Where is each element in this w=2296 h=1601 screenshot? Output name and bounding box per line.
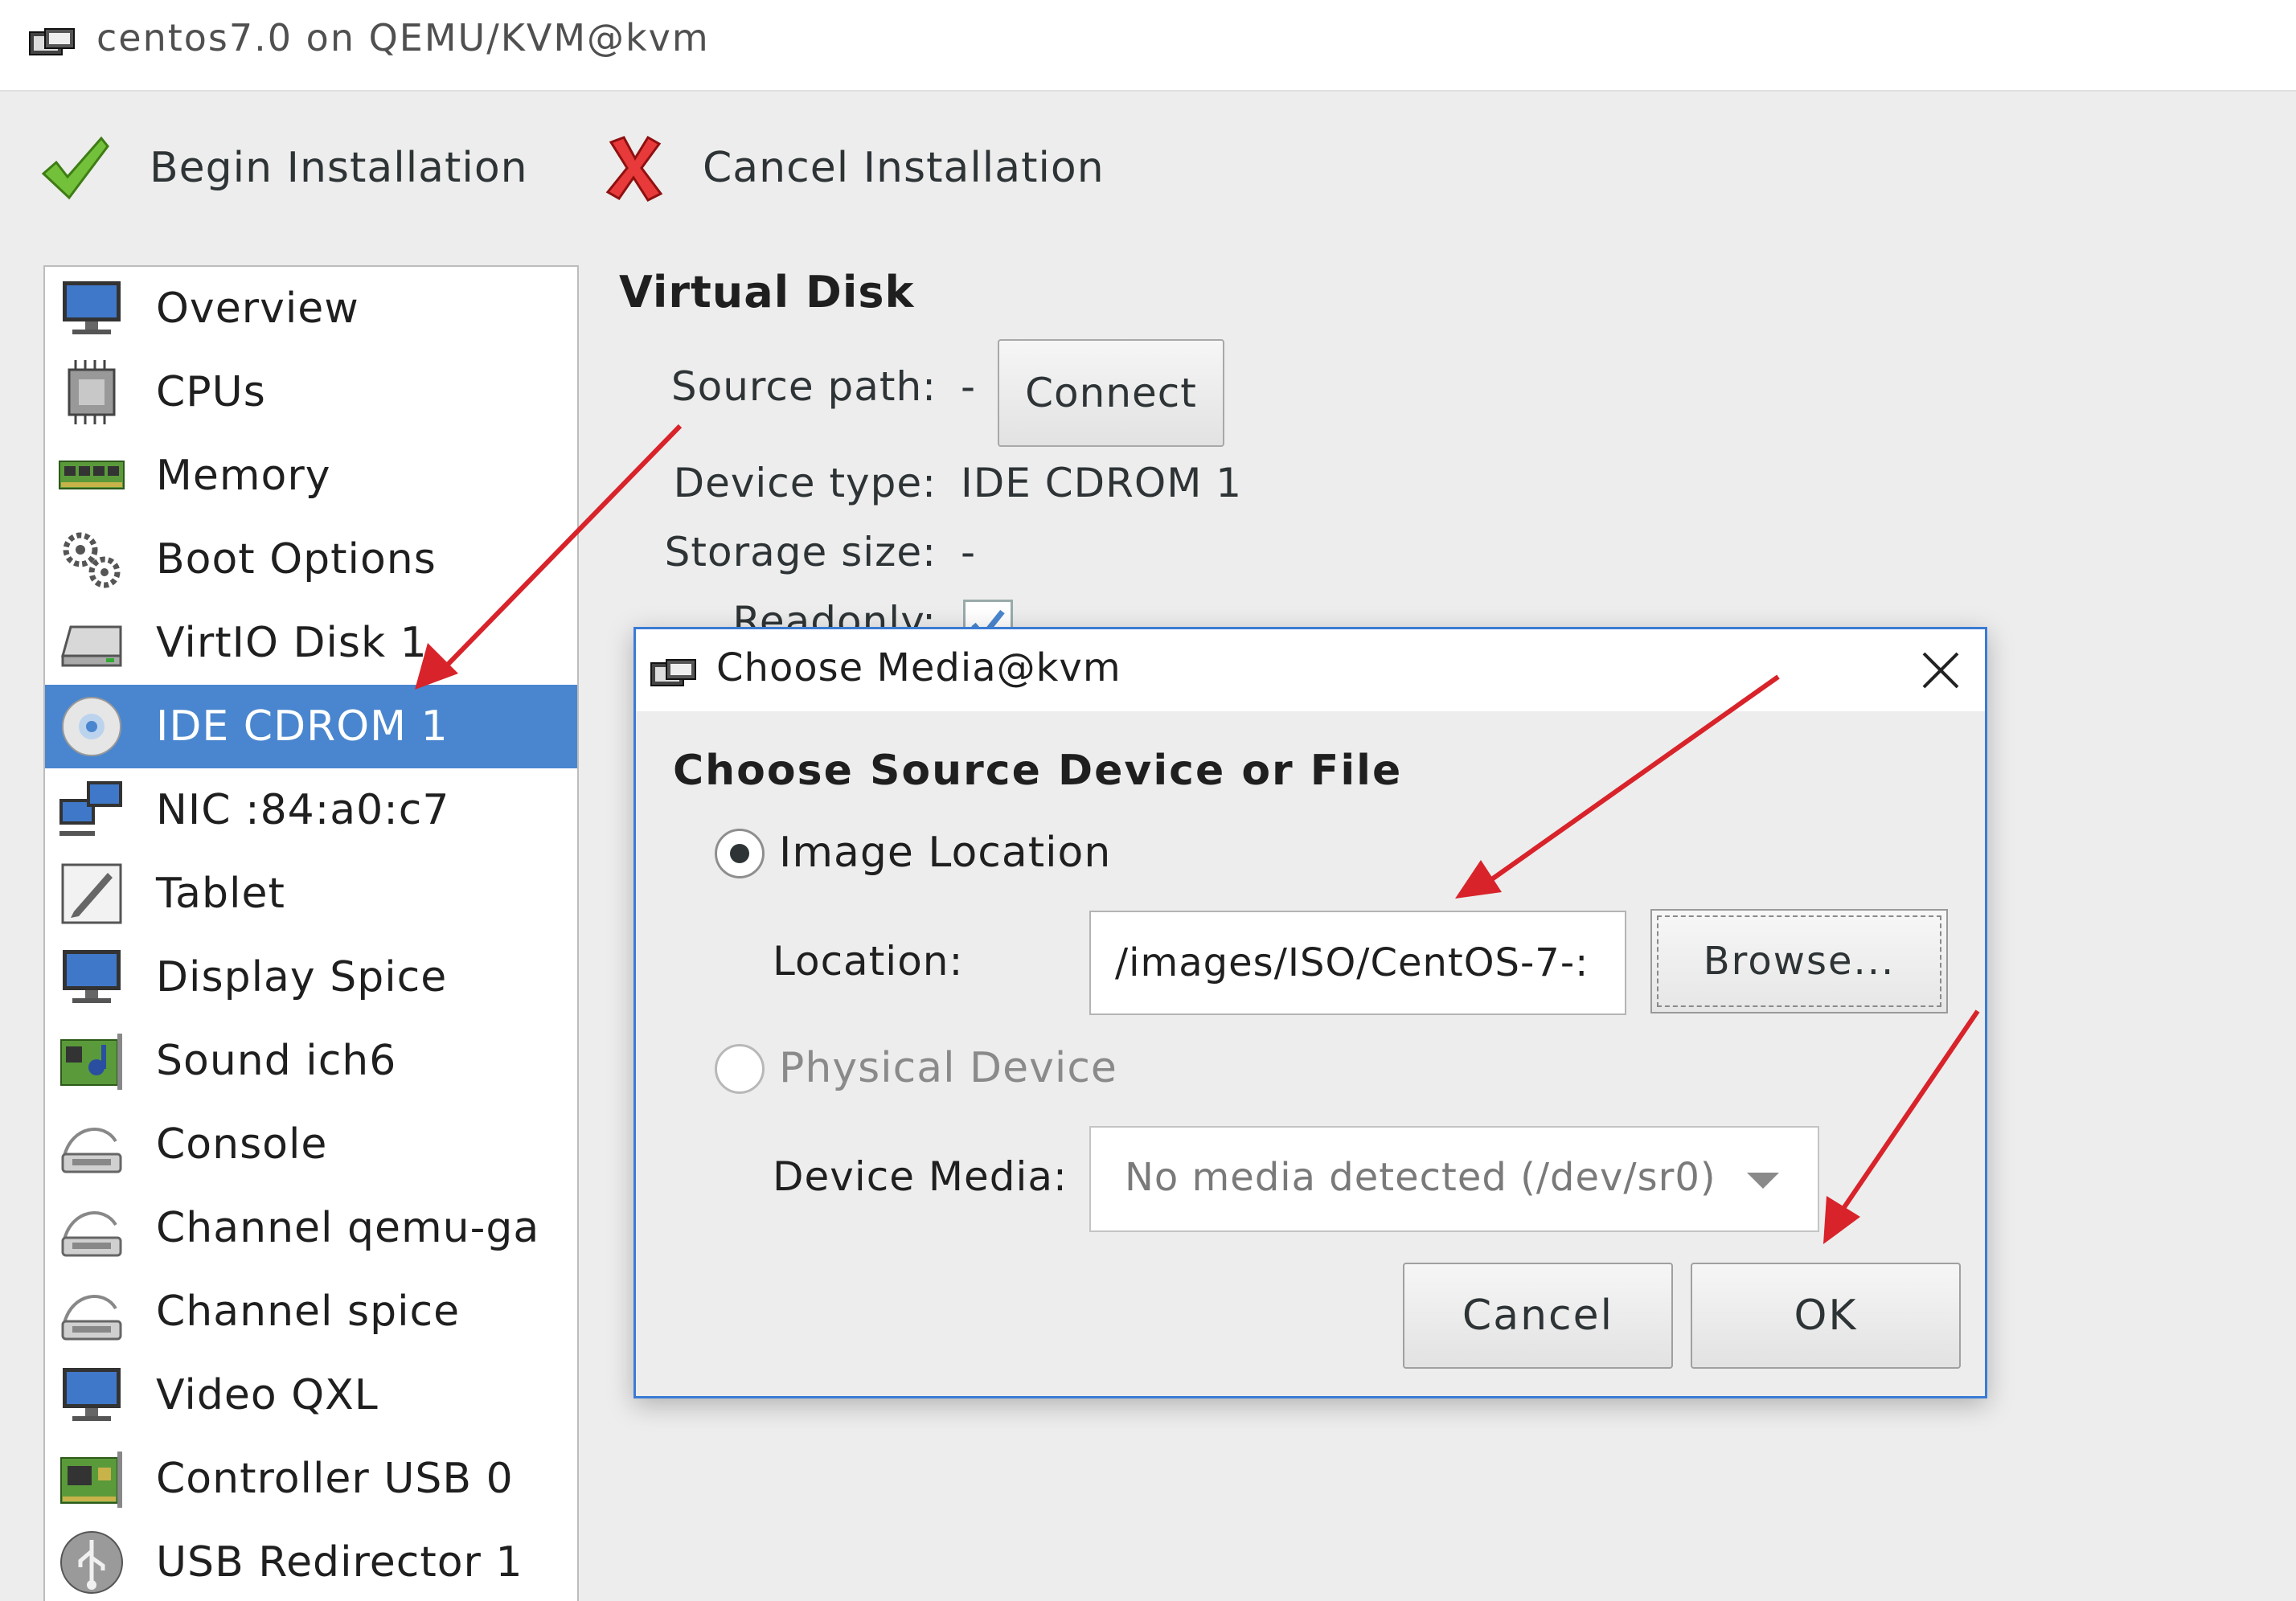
sidebar-item-label: Console <box>156 1120 328 1169</box>
dialog-title: Choose Media@kvm <box>716 645 1121 690</box>
dialog-titlebar: Choose Media@kvm <box>636 629 1985 711</box>
image-location-label: Image Location <box>779 829 1112 877</box>
sidebar-item-label: CPUs <box>156 368 266 416</box>
sidebar-item-usb-redirector[interactable]: USB Redirector 1 <box>45 1521 577 1601</box>
sidebar-item-tablet[interactable]: Tablet <box>45 852 577 936</box>
sidebar-item-label: Tablet <box>156 870 285 918</box>
disk-icon <box>61 625 122 667</box>
sidebar-item-label: Boot Options <box>156 535 437 583</box>
virt-manager-icon <box>29 28 75 55</box>
source-path-value: - <box>961 363 977 410</box>
sidebar-item-label: IDE CDROM 1 <box>156 702 449 751</box>
virt-manager-icon <box>650 659 696 686</box>
sidebar-item-console[interactable]: Console <box>45 1103 577 1186</box>
sidebar-item-boot-options[interactable]: Boot Options <box>45 518 577 601</box>
sidebar-item-label: Channel qemu-ga <box>156 1204 540 1252</box>
connect-button[interactable]: Connect <box>998 339 1224 447</box>
sidebar-item-label: Channel spice <box>156 1288 461 1336</box>
sidebar-item-controller-usb[interactable]: Controller USB 0 <box>45 1437 577 1521</box>
sidebar-item-channel-spice[interactable]: Channel spice <box>45 1270 577 1353</box>
monitor-icon <box>63 950 121 1003</box>
sidebar-item-display-spice[interactable]: Display Spice <box>45 936 577 1019</box>
location-input[interactable] <box>1089 911 1626 1015</box>
sidebar-item-nic[interactable]: NIC :84:a0:c7 <box>45 768 577 852</box>
close-icon[interactable] <box>1919 649 1962 692</box>
hardware-list: Overview CPUs Memory Boot Options VirtIO… <box>43 265 579 1601</box>
serial-icon <box>61 1295 122 1341</box>
ok-button[interactable]: OK <box>1691 1263 1961 1369</box>
storage-size-value: - <box>961 529 977 575</box>
window-title: centos7.0 on QEMU/KVM@kvm <box>96 16 710 59</box>
gears-icon <box>63 532 121 588</box>
serial-icon <box>61 1128 122 1173</box>
sidebar-item-label: Video QXL <box>156 1371 379 1419</box>
window-titlebar: centos7.0 on QEMU/KVM@kvm <box>0 0 2296 92</box>
sidebar-item-channel-qemu-ga[interactable]: Channel qemu-ga <box>45 1186 577 1270</box>
device-type-value: IDE CDROM 1 <box>961 460 1243 506</box>
sound-card-icon <box>60 1034 122 1090</box>
physical-device-radio[interactable] <box>715 1044 765 1094</box>
choose-media-dialog: Choose Media@kvm Choose Source Device or… <box>633 627 1987 1398</box>
serial-icon <box>61 1211 122 1257</box>
begin-installation-label: Begin Installation <box>150 144 528 192</box>
sidebar-item-virtio-disk[interactable]: VirtIO Disk 1 <box>45 601 577 685</box>
sidebar-item-video-qxl[interactable]: Video QXL <box>45 1353 577 1437</box>
device-media-value: No media detected (/dev/sr0) <box>1125 1155 1716 1200</box>
device-media-select[interactable]: No media detected (/dev/sr0) <box>1089 1126 1819 1232</box>
memory-icon <box>59 461 125 489</box>
sidebar-item-ide-cdrom[interactable]: IDE CDROM 1 <box>45 685 577 768</box>
network-icon <box>59 781 122 836</box>
cdrom-icon <box>62 697 121 756</box>
browse-button[interactable]: Browse... <box>1650 909 1948 1013</box>
cancel-installation-label: Cancel Installation <box>703 144 1105 192</box>
red-x-icon <box>605 135 663 202</box>
physical-device-label: Physical Device <box>779 1044 1117 1092</box>
chevron-down-icon <box>1747 1173 1779 1189</box>
begin-installation-button[interactable]: Begin Installation <box>39 124 528 212</box>
sidebar-item-sound[interactable]: Sound ich6 <box>45 1019 577 1103</box>
card-icon <box>60 1452 122 1508</box>
cpu-icon <box>68 360 116 424</box>
usb-icon <box>60 1531 123 1594</box>
sidebar-item-label: Sound ich6 <box>156 1037 397 1085</box>
cancel-installation-button[interactable]: Cancel Installation <box>605 124 1105 212</box>
dialog-heading: Choose Source Device or File <box>673 747 1403 795</box>
cancel-button[interactable]: Cancel <box>1403 1263 1673 1369</box>
location-label: Location: <box>773 938 964 985</box>
source-path-label: Source path: <box>670 363 937 410</box>
sidebar-item-label: Overview <box>156 285 359 333</box>
image-location-radio[interactable] <box>715 829 765 878</box>
device-type-label: Device type: <box>673 460 937 506</box>
sidebar-item-label: NIC :84:a0:c7 <box>156 786 450 834</box>
virtual-disk-heading: Virtual Disk <box>619 267 915 317</box>
sidebar-item-memory[interactable]: Memory <box>45 434 577 518</box>
sidebar-item-label: Memory <box>156 452 331 500</box>
device-details: Virtual Disk Source path: - Connect Devi… <box>595 241 2283 691</box>
tablet-icon <box>61 863 122 924</box>
sidebar-item-cpus[interactable]: CPUs <box>45 350 577 434</box>
monitor-icon <box>63 281 121 334</box>
storage-size-label: Storage size: <box>664 529 937 575</box>
sidebar-item-label: Controller USB 0 <box>156 1455 514 1503</box>
device-media-label: Device Media: <box>773 1153 1068 1200</box>
monitor-icon <box>63 1368 121 1421</box>
sidebar-item-label: VirtIO Disk 1 <box>156 619 428 667</box>
sidebar-item-overview[interactable]: Overview <box>45 267 577 350</box>
sidebar-item-label: USB Redirector 1 <box>156 1538 523 1587</box>
toolbar: Begin Installation Cancel Installation <box>0 92 2296 236</box>
checkmark-icon <box>41 136 109 200</box>
sidebar-item-label: Display Spice <box>156 953 448 1001</box>
